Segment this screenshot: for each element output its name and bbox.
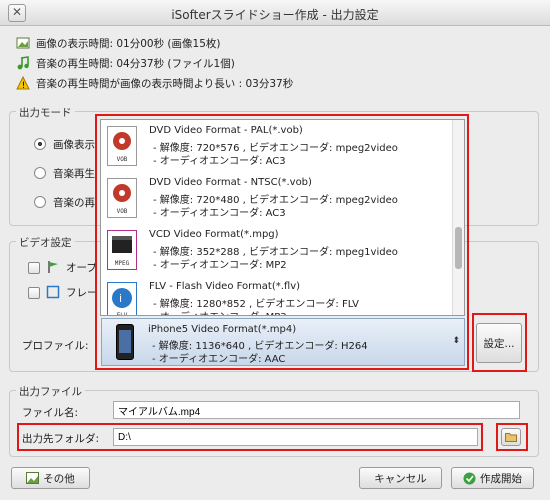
output-mode-radio-image[interactable] <box>34 138 46 150</box>
browse-folder-button[interactable] <box>501 428 521 446</box>
other-button-label: その他 <box>43 472 75 485</box>
profile-label: プロファイル: <box>22 340 89 352</box>
output-mode-radio-music[interactable] <box>34 167 46 179</box>
filename-input[interactable] <box>113 401 520 419</box>
format-audio: - オーディオエンコーダ: MP3 <box>153 308 287 315</box>
svg-text:!: ! <box>22 81 26 90</box>
output-mode-radio-music-repeat[interactable] <box>34 196 46 208</box>
selected-profile-audio: - オーディオエンコーダ: AAC <box>152 354 286 365</box>
output-mode-title: 出力モード <box>16 105 75 120</box>
picture-icon <box>26 472 40 484</box>
profile-dropdown-list[interactable]: VOB DVD Video Format - PAL(*.vob) - 解像度:… <box>100 119 465 316</box>
image-icon <box>16 36 30 50</box>
flag-icon <box>46 260 60 274</box>
selected-profile-name: iPhone5 Video Format(*.mp4) <box>148 324 297 335</box>
mpeg-file-icon: MPEG <box>107 230 137 270</box>
output-mode-label-image: 画像表示 <box>53 139 95 151</box>
title-bar: ✕ iSofterスライドショー作成 - 出力設定 <box>0 0 550 26</box>
format-audio: - オーディオエンコーダ: MP2 <box>153 260 287 271</box>
output-mode-label-music: 音楽再生 <box>53 168 95 180</box>
warning-icon: ! <box>16 75 30 91</box>
format-item-flv[interactable]: i FLV FLV - Flash Video Format(*.flv) - … <box>101 276 454 315</box>
cancel-button-label: キャンセル <box>374 472 427 485</box>
scrollbar-thumb[interactable] <box>455 227 462 269</box>
profile-select[interactable]: iPhone5 Video Format(*.mp4) - 解像度: 1136*… <box>101 318 465 366</box>
svg-text:i: i <box>119 292 122 305</box>
output-folder-label: 出力先フォルダ: <box>22 433 100 445</box>
settings-button-label: 設定... <box>483 337 515 350</box>
output-file-title: 出力ファイル <box>16 384 85 399</box>
video-settings-title: ビデオ設定 <box>16 235 75 250</box>
vob-file-icon: VOB <box>107 178 137 218</box>
format-name: FLV - Flash Video Format(*.flv) <box>149 281 301 292</box>
music-time-row: 音楽の再生時間: 04分37秒 (ファイル1個) <box>16 55 235 71</box>
format-name: DVD Video Format - PAL(*.vob) <box>149 125 303 136</box>
vob-file-icon: VOB <box>107 126 137 166</box>
music-time-text: 音楽の再生時間: 04分37秒 (ファイル1個) <box>36 57 235 70</box>
window-title: iSofterスライドショー作成 - 出力設定 <box>171 8 379 22</box>
start-button-label: 作成開始 <box>480 472 522 485</box>
frame-label: フレー <box>66 287 98 299</box>
music-note-icon <box>16 56 30 70</box>
format-name: VCD Video Format(*.mpg) <box>149 229 279 240</box>
iphone-icon <box>116 324 134 360</box>
image-time-row: 画像の表示時間: 01分00秒 (画像15枚) <box>16 35 221 51</box>
format-audio: - オーディオエンコーダ: AC3 <box>153 208 286 219</box>
format-item-dvd-ntsc[interactable]: VOB DVD Video Format - NTSC(*.vob) - 解像度… <box>101 172 454 224</box>
output-mode-label-music-repeat: 音楽の再 <box>53 197 95 209</box>
cancel-button[interactable]: キャンセル <box>359 467 442 489</box>
filename-label: ファイル名: <box>22 407 79 419</box>
output-folder-input[interactable] <box>113 428 478 446</box>
frame-checkbox[interactable] <box>28 287 40 299</box>
format-audio: - オーディオエンコーダ: AC3 <box>153 156 286 167</box>
image-time-text: 画像の表示時間: 01分00秒 (画像15枚) <box>36 37 221 50</box>
dropdown-scrollbar[interactable] <box>452 120 464 315</box>
updown-arrow-icon: ⬍ <box>452 336 460 346</box>
frame-icon <box>46 285 60 299</box>
flv-file-icon: i FLV <box>107 282 137 315</box>
warning-text: 音楽の再生時間が画像の表示時間より長い : 03分37秒 <box>36 77 294 90</box>
format-name: DVD Video Format - NTSC(*.vob) <box>149 177 312 188</box>
start-create-button[interactable]: 作成開始 <box>451 467 534 489</box>
format-item-vcd[interactable]: MPEG VCD Video Format(*.mpg) - 解像度: 352*… <box>101 224 454 276</box>
folder-icon <box>505 433 517 442</box>
settings-button[interactable]: 設定... <box>476 323 522 363</box>
format-item-dvd-pal[interactable]: VOB DVD Video Format - PAL(*.vob) - 解像度:… <box>101 120 454 172</box>
opening-checkbox[interactable] <box>28 262 40 274</box>
opening-label: オープ <box>66 262 97 274</box>
warning-row: ! 音楽の再生時間が画像の表示時間より長い : 03分37秒 <box>16 75 293 91</box>
other-button[interactable]: その他 <box>11 467 90 489</box>
start-icon <box>463 472 476 484</box>
